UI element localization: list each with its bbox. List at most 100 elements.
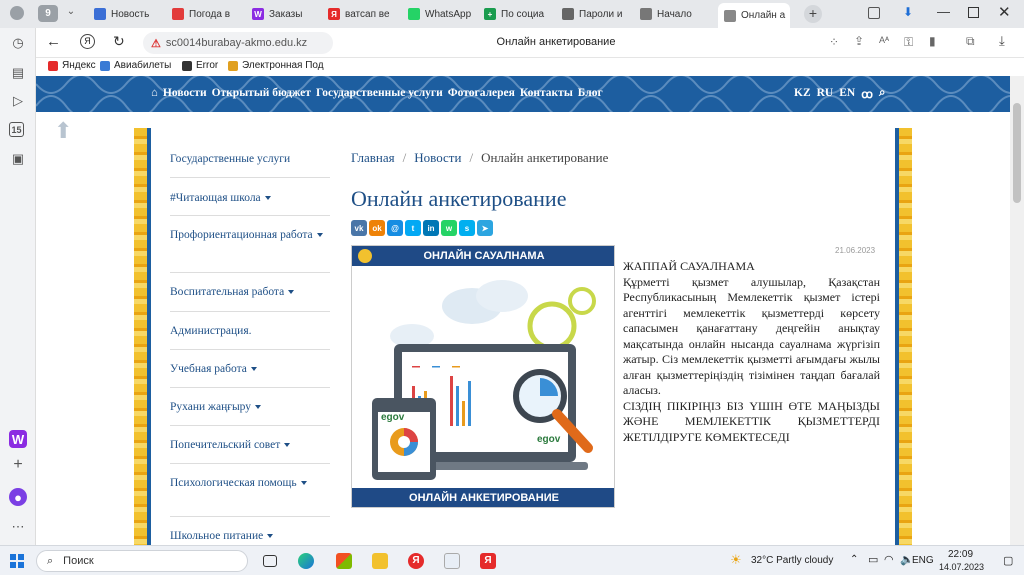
browser-tab[interactable]: + По социа	[478, 3, 554, 25]
explorer-icon[interactable]	[372, 553, 388, 569]
browser-tab[interactable]: Погода в	[166, 3, 244, 25]
browser-tab[interactable]: WhatsApp	[402, 3, 476, 25]
lang-kz[interactable]: KZ	[794, 87, 811, 101]
bookmark-item[interactable]: Error	[182, 60, 218, 71]
taskbar-search[interactable]: ⌕ Поиск	[36, 550, 248, 572]
chevron-down-icon[interactable]: ⌄	[64, 6, 78, 20]
bookmark-icon[interactable]: ▮	[929, 34, 936, 48]
browser-tab[interactable]: Пароли и	[556, 3, 632, 25]
screenshot-icon[interactable]: ⧉	[966, 34, 975, 49]
glasses-icon[interactable]: ꝏ	[861, 87, 873, 101]
sidebar-item[interactable]: #Читающая школа	[170, 179, 330, 216]
yandex-browser-icon[interactable]: Я	[408, 553, 424, 569]
downloads-icon[interactable]: ⬇	[903, 5, 913, 19]
task-view-icon[interactable]	[263, 555, 277, 567]
sidebar-item[interactable]: Рухани жаңғыру	[170, 388, 330, 426]
sidebar-item[interactable]: Школьное питание	[170, 517, 330, 547]
browser-tab[interactable]: Новость	[88, 3, 164, 25]
new-tab-button[interactable]: +	[804, 5, 822, 23]
search-icon[interactable]: ⌕	[879, 87, 885, 101]
more-icon[interactable]: ⋯	[9, 518, 27, 536]
bookmark-item[interactable]: Яндекс	[48, 60, 96, 71]
sidebar-item[interactable]: Воспитательная работа	[170, 273, 330, 312]
tab-favicon-icon	[562, 8, 574, 20]
store-icon[interactable]	[336, 553, 352, 569]
wifi-icon[interactable]: ◠	[884, 553, 894, 566]
minimize-icon[interactable]: —	[937, 4, 950, 19]
home-icon[interactable]: ⌂	[151, 87, 158, 99]
calendar-icon[interactable]: 15	[9, 122, 24, 137]
bookmark-item[interactable]: Электронная Под	[228, 60, 324, 71]
maximize-icon[interactable]	[968, 7, 979, 18]
sidebar-item[interactable]: Психологическая помощь	[170, 464, 330, 517]
twitter-share-icon[interactable]: t	[405, 220, 421, 236]
share-page-icon[interactable]: ⇪	[854, 34, 864, 48]
tray-chevron-icon[interactable]: ⌃	[850, 554, 858, 565]
nav-item[interactable]: Блог	[578, 87, 603, 99]
scrollbar-thumb[interactable]	[1013, 103, 1021, 203]
sidebar-item[interactable]: Профориентационная работа	[170, 216, 330, 273]
download-icon[interactable]: ⤓	[999, 33, 1005, 49]
tab-counter[interactable]: 9	[38, 5, 58, 22]
nav-item[interactable]: Открытый бюджет	[212, 87, 311, 99]
keyboard-language[interactable]: ENG	[912, 555, 934, 566]
close-icon[interactable]: ✕	[998, 3, 1011, 21]
skype-share-icon[interactable]: s	[459, 220, 475, 236]
moimir-share-icon[interactable]: @	[387, 220, 403, 236]
image-top-banner: ОНЛАЙН САУАЛНАМА	[352, 246, 614, 266]
alice-icon[interactable]: ●	[9, 488, 27, 506]
notifications-icon[interactable]: ▢	[1003, 554, 1013, 567]
whatsapp-share-icon[interactable]: w	[441, 220, 457, 236]
breadcrumb-news[interactable]: Новости	[414, 150, 461, 166]
nav-item[interactable]: Государственные услуги	[316, 87, 443, 99]
windows-start-icon[interactable]	[10, 554, 24, 568]
collections-icon[interactable]	[868, 7, 880, 19]
yandex-app-icon[interactable]: Я	[480, 553, 496, 569]
sidebar-item[interactable]: Учебная работа	[170, 350, 330, 388]
clock-date[interactable]: 14.07.2023	[939, 562, 984, 572]
url-field[interactable]: ⚠ sc0014burabay-akmo.edu.kz	[143, 32, 333, 54]
add-icon[interactable]: +	[9, 456, 27, 474]
wildberries-icon[interactable]: W	[9, 430, 27, 448]
yandex-icon[interactable]: Я	[80, 34, 95, 49]
taskbar-search-placeholder: Поиск	[63, 555, 94, 567]
lang-ru[interactable]: RU	[817, 87, 834, 101]
egov-logo: egov	[537, 434, 561, 445]
tab-label: Заказы	[269, 8, 303, 20]
nav-item[interactable]: Фотогалерея	[448, 87, 515, 99]
ok-share-icon[interactable]: ok	[369, 220, 385, 236]
image-icon[interactable]: ▣	[9, 150, 27, 168]
play-icon[interactable]: ▷	[9, 92, 27, 110]
photos-icon[interactable]	[444, 553, 460, 569]
edge-icon[interactable]	[298, 553, 314, 569]
bookmark-item[interactable]: Авиабилеты	[100, 60, 171, 71]
bookmark-label: Авиабилеты	[114, 60, 172, 71]
sidebar-item[interactable]: Администрация.	[170, 312, 330, 350]
history-icon[interactable]: ◷	[9, 34, 27, 52]
extensions-icon[interactable]: ⁘	[829, 35, 839, 49]
passwords-icon[interactable]: ⚿	[904, 35, 913, 50]
browser-tab[interactable]: W Заказы	[246, 3, 320, 25]
sidebar-item[interactable]: Государственные услуги	[170, 140, 330, 178]
telegram-share-icon[interactable]: ➤	[477, 220, 493, 236]
browser-tab[interactable]: Начало	[634, 3, 712, 25]
nav-item[interactable]: Контакты	[520, 87, 573, 99]
profile-icon[interactable]	[10, 6, 24, 20]
back-icon[interactable]: ←	[46, 33, 61, 50]
vk-share-icon[interactable]: vk	[351, 220, 367, 236]
reading-list-icon[interactable]: ▤	[9, 64, 27, 82]
breadcrumb-home[interactable]: Главная	[351, 150, 395, 166]
linkedin-share-icon[interactable]: in	[423, 220, 439, 236]
browser-tab[interactable]: Яватсап ве	[322, 3, 400, 25]
clock-time[interactable]: 22:09	[948, 549, 973, 560]
lang-en[interactable]: EN	[839, 87, 855, 101]
weather-text[interactable]: 32°C Partly cloudy	[751, 555, 833, 566]
nav-item[interactable]: Новости	[163, 87, 207, 99]
scroll-top-icon[interactable]: ⬆	[54, 120, 76, 142]
article-paragraph: Құрметті қызмет алушылар, Қазақстан Респ…	[623, 274, 880, 398]
translate-icon[interactable]: Aᴬ	[879, 35, 889, 45]
sidebar-item[interactable]: Попечительский совет	[170, 426, 330, 464]
reload-icon[interactable]: ↻	[113, 33, 125, 50]
network-icon[interactable]: ▭	[868, 553, 878, 566]
browser-tab[interactable]: Онлайн а	[718, 3, 790, 28]
